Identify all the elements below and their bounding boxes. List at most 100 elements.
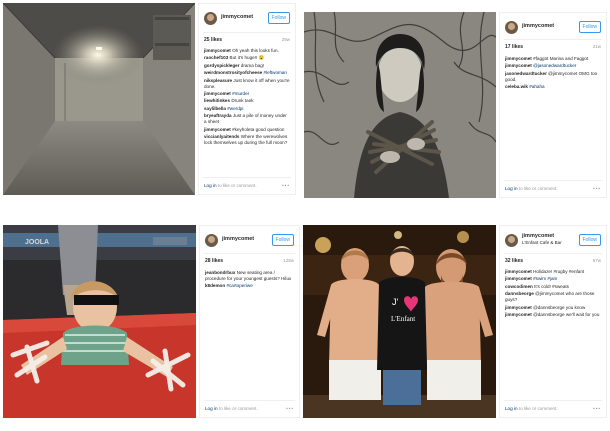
- comment-user[interactable]: nikspleasure: [204, 78, 232, 83]
- comment: saylilbella #werdpi: [204, 106, 290, 112]
- comment-user[interactable]: raochef103: [204, 55, 228, 60]
- group-photo-image: J' L'Enfant: [303, 225, 496, 418]
- post-time: 28w: [281, 37, 290, 42]
- comment: jimmycomet #faggot Marina and Faggot: [505, 56, 601, 62]
- comment: jimmycomet @dannsbeorge we'll wait for y…: [505, 312, 601, 318]
- comment-user[interactable]: bryeaftrayda: [204, 113, 232, 118]
- divider: [504, 180, 602, 181]
- comment-text: #faggot Marina and Faggot: [533, 56, 589, 61]
- post-4-photo[interactable]: J' L'Enfant: [303, 225, 496, 418]
- divider: [203, 177, 291, 178]
- comment: jeanbondrbux New seating area / procedur…: [205, 270, 294, 282]
- follow-button[interactable]: Follow: [271, 234, 294, 246]
- avatar[interactable]: [205, 234, 218, 247]
- post-time: 128w: [283, 258, 294, 263]
- location-label[interactable]: L'Enfant Cafe & Bar: [522, 240, 562, 245]
- comment-user[interactable]: jimmycomet: [505, 312, 532, 317]
- comment-user[interactable]: jimmycomet: [505, 269, 532, 274]
- comment-text[interactable]: #cartoperiwe: [226, 283, 252, 288]
- shirt-text-j: J': [392, 297, 399, 307]
- login-link[interactable]: Log in: [505, 406, 518, 411]
- post-time: 57w: [592, 258, 601, 263]
- username[interactable]: jimmycomet: [221, 14, 253, 20]
- comment-text: @dannsbeorge you know: [533, 304, 586, 310]
- more-options-icon[interactable]: •••: [593, 186, 601, 191]
- post-3-sidebar: jimmycomet Follow 28 likes 128w jeanbond…: [199, 225, 300, 418]
- shirt-text-lenfant: L'Enfant: [391, 315, 415, 323]
- comment-user[interactable]: celeba.wik: [505, 84, 528, 89]
- comment-user[interactable]: saylilbella: [204, 106, 226, 111]
- likes-row: 25 likes 28w: [204, 37, 290, 43]
- post-footer: Log in to like or comment. •••: [505, 186, 601, 191]
- username[interactable]: jimmycomet: [222, 236, 254, 242]
- login-link[interactable]: Log in: [505, 186, 518, 191]
- post-4-sidebar: jimmycomet L'Enfant Cafe & Bar Follow 32…: [499, 225, 607, 418]
- likes-row: 17 likes 21w: [505, 44, 601, 50]
- tunnel-image: [3, 3, 195, 195]
- comment-user[interactable]: jasonedwardtucker: [505, 71, 547, 76]
- avatar[interactable]: [204, 12, 217, 25]
- comment-user[interactable]: jimmycomet: [505, 63, 532, 68]
- comment-text[interactable]: #ahaha: [529, 84, 544, 89]
- likes-row: 28 likes 128w: [205, 258, 294, 264]
- post-2-photo[interactable]: [304, 12, 496, 198]
- username[interactable]: jimmycomet: [522, 23, 554, 29]
- follow-button[interactable]: Follow: [578, 21, 601, 33]
- avatar[interactable]: [505, 21, 518, 34]
- comment-text[interactable]: #leftwoman: [264, 70, 288, 75]
- table-brand-text: JOOLA: [25, 239, 49, 246]
- comment-text[interactable]: #werdpi: [227, 106, 243, 111]
- comment-text: #keyholeta good question: [232, 126, 285, 132]
- post-header: jimmycomet Follow: [199, 4, 295, 34]
- comment-text[interactable]: #murder: [232, 91, 249, 96]
- comment-text: But it's huge!! 😮: [229, 55, 265, 61]
- comment-user[interactable]: jimmycomet: [505, 305, 532, 310]
- avatar[interactable]: [505, 234, 518, 247]
- comment-user[interactable]: jimmycomet: [204, 48, 231, 53]
- comment-user[interactable]: dannsbeorge: [505, 291, 534, 296]
- footer-text: to like or comment.: [216, 183, 257, 188]
- comment-user[interactable]: jimmycomet: [204, 127, 231, 132]
- comment-user[interactable]: weirdmonstrosityofcheese: [204, 70, 262, 75]
- comment-user[interactable]: jimmycomet: [505, 276, 532, 281]
- comment: k8demon #cartoperiwe: [205, 283, 294, 289]
- comment-text: drama bag!: [240, 62, 265, 68]
- comment-text[interactable]: #swim #jam: [533, 276, 557, 281]
- comment-user[interactable]: cowcodimen: [505, 284, 533, 289]
- post-1-photo[interactable]: [3, 3, 195, 195]
- comment-user[interactable]: k8demon: [205, 283, 225, 288]
- follow-button[interactable]: Follow: [578, 234, 601, 246]
- comment-user[interactable]: liewhitinkes: [204, 98, 230, 103]
- portrait-image: [304, 12, 496, 198]
- comment-text: Drunk tank: [231, 98, 254, 104]
- comment: bryeaftrayda Just a pile of money under …: [204, 113, 290, 125]
- username[interactable]: jimmycomet: [522, 233, 554, 239]
- comment: celeba.wik #ahaha: [505, 84, 601, 90]
- divider: [504, 39, 602, 40]
- likes-count[interactable]: 28 likes: [205, 258, 223, 264]
- comment-user[interactable]: jimmycomet: [204, 91, 231, 96]
- divider: [203, 32, 291, 33]
- comment-user[interactable]: jeanbondrbux: [205, 270, 235, 275]
- follow-button[interactable]: Follow: [267, 12, 290, 24]
- post-header: jimmycomet L'Enfant Cafe & Bar Follow: [500, 226, 606, 256]
- divider: [204, 400, 295, 401]
- comment-user[interactable]: jimmycomet: [505, 56, 532, 61]
- comment-text[interactable]: @jasonedwardtucker: [533, 63, 576, 68]
- post-time: 21w: [592, 44, 601, 49]
- comment-user[interactable]: viccianlyaitends: [204, 134, 240, 139]
- comment-user[interactable]: gordyspickleger: [204, 63, 240, 68]
- more-options-icon[interactable]: •••: [593, 406, 601, 411]
- likes-count[interactable]: 17 likes: [505, 44, 523, 50]
- more-options-icon[interactable]: •••: [286, 406, 294, 411]
- post-header: jimmycomet Follow: [200, 226, 299, 256]
- login-link[interactable]: Log in: [205, 406, 218, 411]
- comments-list: jeanbondrbux New seating area / procedur…: [205, 270, 294, 291]
- post-footer: Log in to like or comment. •••: [205, 406, 294, 411]
- login-link[interactable]: Log in: [204, 183, 217, 188]
- divider: [504, 400, 602, 401]
- likes-count[interactable]: 32 likes: [505, 258, 523, 264]
- post-3-photo[interactable]: JOOLA: [3, 225, 196, 418]
- likes-count[interactable]: 25 likes: [204, 37, 222, 43]
- more-options-icon[interactable]: •••: [282, 183, 290, 188]
